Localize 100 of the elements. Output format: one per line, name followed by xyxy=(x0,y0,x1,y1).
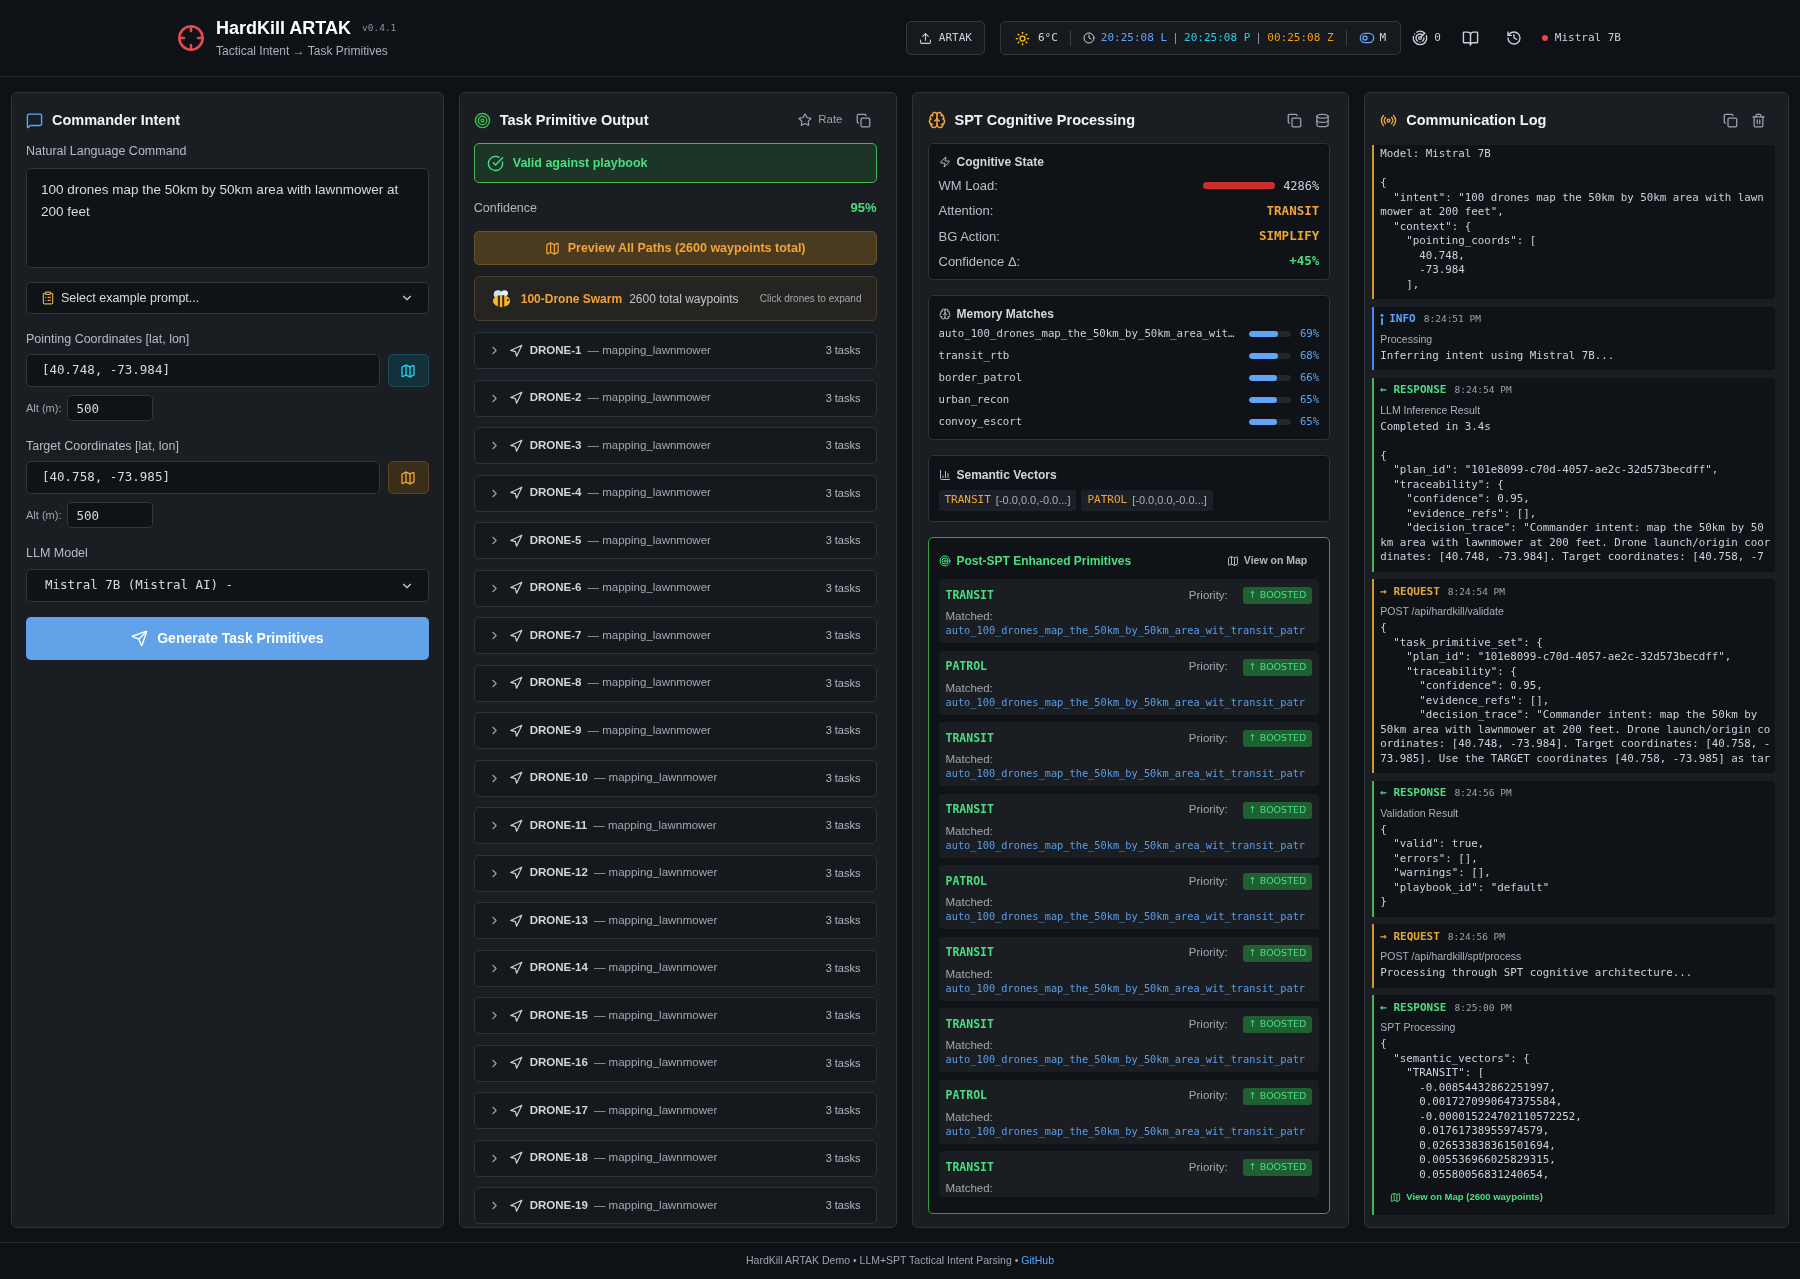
state-value: +45% xyxy=(1289,252,1320,271)
memory-name: urban_recon xyxy=(938,391,1011,408)
task-count: 3 tasks xyxy=(825,723,861,739)
navigation-arrow-icon xyxy=(508,1151,523,1165)
drone-list-item[interactable]: DRONE-18 — mapping_lawnmower 3 tasks xyxy=(473,1139,877,1177)
drone-list-item[interactable]: DRONE-8 — mapping_lawnmower 3 tasks xyxy=(473,664,877,702)
drone-list-item[interactable]: DRONE-11 — mapping_lawnmower 3 tasks xyxy=(473,807,877,844)
altitude-label: Alt (m): xyxy=(26,507,62,523)
drone-list-item[interactable]: DRONE-15 — mapping_lawnmower 3 tasks xyxy=(473,997,877,1034)
navigation-arrow-icon xyxy=(508,818,523,833)
drone-list-item[interactable]: DRONE-17 — mapping_lawnmower 3 tasks xyxy=(473,1092,877,1129)
drone-list-item[interactable]: DRONE-12 — mapping_lawnmower 3 tasks xyxy=(473,854,877,892)
drone-list-item[interactable]: DRONE-14 — mapping_lawnmower 3 tasks xyxy=(473,949,877,987)
altitude-label: Alt (m): xyxy=(26,400,62,416)
drone-list-item[interactable]: DRONE-6 — mapping_lawnmower 3 tasks xyxy=(473,569,877,607)
drone-list-item[interactable]: DRONE-7 — mapping_lawnmower 3 tasks xyxy=(473,617,877,654)
card-title: Cognitive State xyxy=(956,154,1044,171)
navigation-arrow-icon xyxy=(508,438,523,453)
model-select[interactable]: Mistral 7B (Mistral AI) - xyxy=(26,569,429,602)
copy-icon[interactable] xyxy=(1723,112,1738,128)
log-subtitle: Validation Result xyxy=(1380,805,1460,820)
map-button[interactable] xyxy=(387,354,429,387)
vector-values: [-0.0,0.0,-0.0...] xyxy=(995,493,1071,509)
drone-list-item[interactable]: DRONE-4 — mapping_lawnmower 3 tasks xyxy=(473,474,877,512)
navigation-arrow-icon xyxy=(508,1056,523,1070)
priority-badge: ↑ BOOSTED xyxy=(1242,944,1313,962)
drone-list-item[interactable]: DRONE-5 — mapping_lawnmower 3 tasks xyxy=(473,522,877,559)
navigation-arrow-icon xyxy=(508,913,523,928)
copy-icon[interactable] xyxy=(1287,112,1303,128)
log-time: 8:25:00 PM xyxy=(1454,1000,1512,1015)
primitive-type: PATROL xyxy=(945,872,988,890)
primitive-type: TRANSIT xyxy=(945,944,994,962)
drone-list-item[interactable]: DRONE-1 — mapping_lawnmower 3 tasks xyxy=(473,332,877,369)
drone-pattern: — mapping_lawnmower xyxy=(587,342,711,358)
swarm-hint: Click drones to expand xyxy=(759,292,862,306)
coordinates-input[interactable]: [40.748, -73.984] xyxy=(26,354,380,387)
altitude-input[interactable]: 500 xyxy=(67,395,154,421)
task-count: 3 tasks xyxy=(825,865,861,881)
preview-paths-button[interactable]: Preview All Paths (2600 waypoints total) xyxy=(473,231,877,265)
view-on-map-link[interactable]: View on Map xyxy=(1226,553,1308,569)
matched-label: Matched: xyxy=(945,1038,994,1052)
trash-icon[interactable] xyxy=(1751,112,1766,128)
navigation-arrow-icon xyxy=(508,866,523,880)
drone-name: DRONE-2 xyxy=(529,390,582,406)
log-message-text: { "valid": true, "errors": [], "warnings": [], "playbook_id": "default" } xyxy=(1380,822,1551,910)
drone-list-item[interactable]: DRONE-3 — mapping_lawnmower 3 tasks xyxy=(473,427,877,464)
drone-list-item[interactable]: DRONE-19 — mapping_lawnmower 3 tasks xyxy=(473,1187,877,1224)
primitive-type: TRANSIT xyxy=(945,1015,994,1033)
drone-pattern: — mapping_lawnmower xyxy=(593,865,718,881)
history-icon[interactable] xyxy=(1505,30,1522,46)
drone-name: DRONE-1 xyxy=(529,342,582,358)
radar-icon[interactable] xyxy=(1412,30,1429,46)
target-icon xyxy=(938,555,951,567)
match-percent: 65% xyxy=(1298,413,1320,430)
map-button[interactable] xyxy=(387,461,429,494)
task-count: 3 tasks xyxy=(825,1055,861,1071)
drone-pattern: — mapping_lawnmower xyxy=(587,532,711,548)
coordinates-input[interactable]: [40.758, -73.985] xyxy=(26,461,380,494)
drone-list-item[interactable]: DRONE-13 — mapping_lawnmower 3 tasks xyxy=(473,902,877,939)
drone-list-item[interactable]: DRONE-9 — mapping_lawnmower 3 tasks xyxy=(473,712,877,749)
github-link[interactable]: GitHub xyxy=(1021,1254,1054,1267)
target-icon xyxy=(473,111,491,129)
command-input[interactable]: 100 drones map the 50km by 50km area with lawnmower at 200 feet xyxy=(26,168,429,268)
task-count: 3 tasks xyxy=(825,343,861,359)
priority-badge: ↑ BOOSTED xyxy=(1242,873,1313,890)
book-icon[interactable] xyxy=(1461,29,1479,47)
drone-name: DRONE-8 xyxy=(529,675,582,691)
log-subtitle: LLM Inference Result xyxy=(1380,402,1482,417)
drone-name: DRONE-15 xyxy=(529,1007,588,1023)
task-count: 3 tasks xyxy=(825,913,861,929)
rate-button[interactable]: Rate xyxy=(798,111,843,129)
drone-pattern: — mapping_lawnmower xyxy=(593,1150,718,1166)
matched-name: auto_100_drones_map_the_50km_by_50km_area_wit_transit_patr xyxy=(945,909,1307,923)
artak-button[interactable]: ARTAK xyxy=(905,21,985,55)
version-label: v0.4.1 xyxy=(362,22,397,34)
database-icon[interactable] xyxy=(1315,112,1331,128)
card-title: Memory Matches xyxy=(956,306,1054,323)
copy-icon[interactable] xyxy=(855,112,871,128)
clock-time: 20:25:08 L xyxy=(1100,29,1168,46)
app-subtitle: Tactical Intent → Task Primitives xyxy=(216,43,389,59)
altitude-input[interactable]: 500 xyxy=(67,502,154,528)
toggle-icon[interactable] xyxy=(1358,30,1375,46)
confidence-label: Confidence xyxy=(473,199,537,217)
example-prompt-select[interactable]: Select example prompt... xyxy=(26,282,429,314)
view-on-map-link[interactable]: View on Map (2600 waypoints) xyxy=(1390,1190,1543,1205)
radar-count: 0 xyxy=(1434,29,1441,46)
drone-name: DRONE-13 xyxy=(529,912,588,928)
map-icon xyxy=(1390,1192,1402,1203)
drone-list-item[interactable]: DRONE-2 — mapping_lawnmower 3 tasks xyxy=(473,379,877,417)
drone-name: DRONE-18 xyxy=(529,1150,588,1166)
navigation-arrow-icon xyxy=(508,581,523,595)
drone-list-item[interactable]: DRONE-10 — mapping_lawnmower 3 tasks xyxy=(473,759,877,797)
drone-pattern: — mapping_lawnmower xyxy=(587,580,711,596)
drone-list-item[interactable]: DRONE-16 — mapping_lawnmower 3 tasks xyxy=(473,1044,877,1082)
drone-pattern: — mapping_lawnmower xyxy=(587,437,711,453)
log-time: 8:24:51 PM xyxy=(1423,312,1481,327)
matched-label: Matched: xyxy=(945,895,994,909)
vector-values: [-0.0,0.0,-0.0...] xyxy=(1132,493,1207,509)
drone-pattern: — mapping_lawnmower xyxy=(593,912,718,928)
validation-message: Valid against playbook xyxy=(512,154,648,172)
